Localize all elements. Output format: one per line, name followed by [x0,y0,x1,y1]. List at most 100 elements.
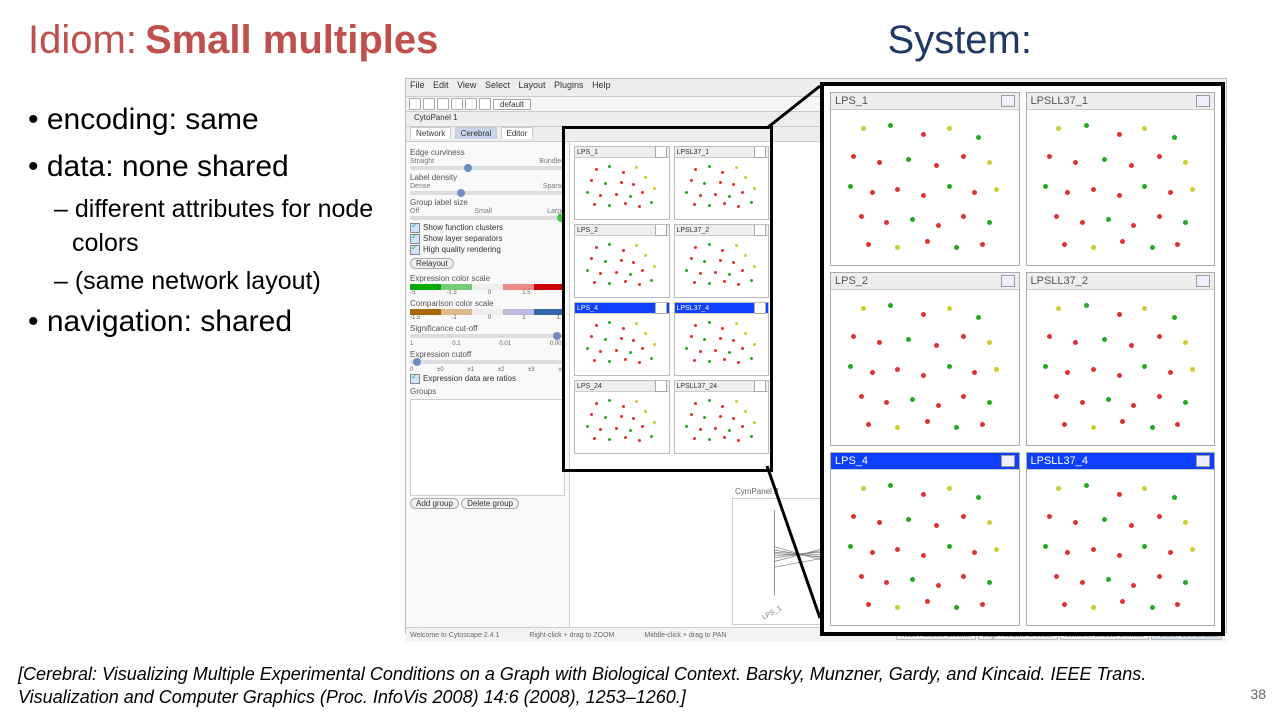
bullet-layout: (same network layout) [54,265,398,299]
zoom-tile[interactable]: LPSLL37_4 [1026,452,1216,626]
bundled-label: Bundled [539,158,565,165]
cytopanel-label: CytoPanel 1 [409,112,463,123]
citation: [Cerebral: Visualizing Multiple Experime… [18,663,1220,708]
tile-label: LPS_24 [577,383,602,390]
zoom-tile-icon[interactable] [1196,455,1210,467]
cympanel-label: CymPanel 2 [735,487,779,496]
menu-edit[interactable]: Edit [433,80,449,90]
expression-color-scale-label: Expression color scale [410,274,565,283]
menu-plugins[interactable]: Plugins [554,80,584,90]
tab-editor[interactable]: Editor [501,127,534,139]
menu-file[interactable]: File [410,80,425,90]
significance-slider[interactable] [410,334,565,338]
tab-network[interactable]: Network [410,127,451,139]
relayout-button[interactable]: Relayout [410,258,454,269]
zoom-callout: LPS_1 LPSLL37_1 LPS_2 LPSLL37_2 LPS_4 LPSLL37… [820,82,1225,636]
tab-cerebral[interactable]: Cerebral [455,127,498,139]
show-function-clusters-checkbox[interactable]: Show function clusters [410,223,565,233]
zoom-tile-label: LPS_2 [835,275,868,287]
zoom-tile[interactable]: LPS_4 [830,452,1020,626]
zoom-tile[interactable]: LPSLL37_2 [1026,272,1216,446]
tile-icon[interactable] [754,302,766,314]
add-group-button[interactable]: Add group [410,498,459,509]
tile-icon[interactable] [655,302,667,314]
small-multiple-tile[interactable]: LPSLL37_24 [674,380,770,454]
group-label-size-label: Group label size [410,198,565,207]
zoom-tile[interactable]: LPS_1 [830,92,1020,266]
small-multiple-tile[interactable]: LPS_1 [574,146,670,220]
tile-icon[interactable] [655,146,667,158]
fit-icon[interactable] [465,98,477,110]
status-pan: Middle-click + drag to PAN [644,632,726,639]
zoom-tile-icon[interactable] [1196,95,1210,107]
groups-label: Groups [410,387,565,396]
expression-ratios-checkbox[interactable]: Expression data are ratios [410,374,565,384]
idiom-label: Idiom: [28,18,137,63]
small-multiple-tile[interactable]: LPS_24 [574,380,670,454]
tile-icon[interactable] [754,146,766,158]
tile-label: LPS_1 [577,149,598,156]
small-multiple-tile[interactable]: LPSL37_4 [674,302,770,376]
small-multiple-tile[interactable]: LPS_4 [574,302,670,376]
zoom-tile[interactable]: LPSLL37_1 [1026,92,1216,266]
high-quality-rendering-checkbox[interactable]: High quality rendering [410,245,565,255]
idiom-title: Small multiples [145,18,438,63]
zoom-tile[interactable]: LPS_2 [830,272,1020,446]
bullet-encoding: encoding: same [28,100,398,141]
label-density-slider[interactable] [410,191,565,195]
menu-select[interactable]: Select [485,80,510,90]
expression-cutoff-slider[interactable] [410,360,565,364]
tile-label: LPSL37_4 [677,305,710,312]
layout-dropdown[interactable]: default [493,99,531,110]
tile-label: LPS_2 [577,227,598,234]
expression-cutoff-label: Expression cutoff [410,350,565,359]
menu-view[interactable]: View [457,80,476,90]
zoom-tile-icon[interactable] [1001,95,1015,107]
menu-help[interactable]: Help [592,80,611,90]
tile-label: LPSL37_1 [677,149,710,156]
tile-label: LPS_4 [577,305,598,312]
bullet-nav: navigation: shared [28,302,398,343]
status-zoom: Right-click + drag to ZOOM [529,632,614,639]
zoom-tile-icon[interactable] [1196,275,1210,287]
straight-label: Straight [410,158,434,165]
zoom-tile-label: LPS_4 [835,455,868,467]
show-layer-separators-checkbox[interactable]: Show layer separators [410,234,565,244]
significance-cutoff-label: Significance cut-off [410,324,565,333]
tile-icon[interactable] [655,380,667,392]
groups-list[interactable] [410,399,565,496]
zoom-tile-label: LPSLL37_1 [1031,95,1089,107]
delete-group-button[interactable]: Delete group [461,498,519,509]
edge-curviness-slider[interactable] [410,166,565,170]
tile-icon[interactable] [655,224,667,236]
label-density-label: Label density [410,173,565,182]
zoom-tile-icon[interactable] [1001,455,1015,467]
open-icon[interactable] [409,98,421,110]
tile-icon[interactable] [754,380,766,392]
bullet-list: encoding: same data: none shared differe… [28,100,398,349]
tile-label: LPSLL37_24 [677,383,717,390]
small-multiple-tile[interactable]: LPSL37_2 [674,224,770,298]
sparse-label: Sparse [543,183,565,190]
zoom-out-icon[interactable] [451,98,463,110]
menu-layout[interactable]: Layout [518,80,545,90]
small-multiple-tile[interactable]: LPSL37_1 [674,146,770,220]
fit-selected-icon[interactable] [479,98,491,110]
off-label: Off [410,208,419,215]
save-icon[interactable] [423,98,435,110]
group-label-size-slider[interactable] [410,216,565,220]
edge-curviness-label: Edge curviness [410,148,565,157]
dense-label: Dense [410,183,430,190]
status-welcome: Welcome to Cytoscape 2.4.1 [410,632,499,639]
zoom-in-icon[interactable] [437,98,449,110]
page-number: 38 [1250,686,1266,702]
bullet-data: data: none shared [28,147,398,188]
zoom-tile-label: LPSLL37_4 [1031,455,1089,467]
zoom-tile-icon[interactable] [1001,275,1015,287]
zoom-tile-label: LPSLL37_2 [1031,275,1089,287]
figure-area: File Edit View Select Layout Plugins Hel… [405,78,1225,632]
tile-label: LPSL37_2 [677,227,710,234]
small-multiple-tile[interactable]: LPS_2 [574,224,670,298]
tile-icon[interactable] [754,224,766,236]
zoom-tile-label: LPS_1 [835,95,868,107]
